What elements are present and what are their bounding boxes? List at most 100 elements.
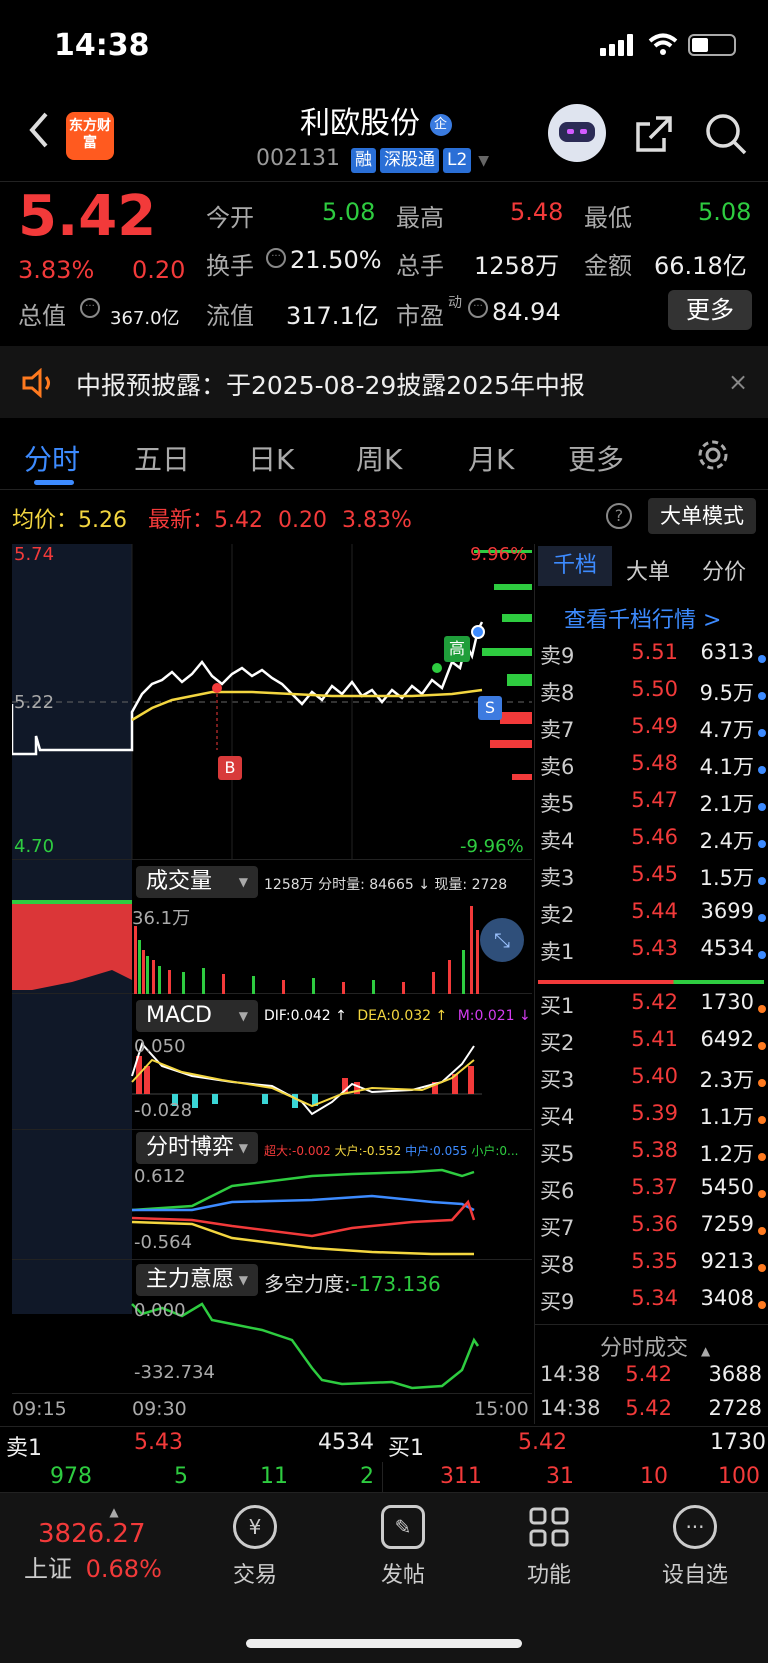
order-tab-depth[interactable]: 千档 [538, 546, 612, 586]
ask-level: 卖5 [540, 792, 575, 816]
low-label: 最低 [584, 204, 632, 232]
tab-five-day[interactable]: 五日 [134, 438, 190, 478]
settings-gear-icon[interactable] [696, 438, 730, 472]
bid-dot-icon [758, 1042, 766, 1050]
intent-chart: 0.000 -332.734 [12, 1300, 532, 1394]
ask-volume: 4.7万 [699, 718, 754, 742]
vertical-divider [534, 544, 535, 1424]
tab-more[interactable]: 更多 [568, 438, 624, 478]
nav-trade[interactable]: ¥ 交易 [200, 1505, 310, 1589]
bid-row[interactable]: 买2 5.41 6492 [538, 1027, 768, 1064]
ask-price: 5.44 [631, 899, 678, 923]
bid-row[interactable]: 买6 5.37 5450 [538, 1175, 768, 1212]
nav-watchlist[interactable]: ··· 设自选 [640, 1505, 750, 1589]
ask-row[interactable]: 卖5 5.47 2.1万 [538, 788, 768, 825]
info-circle-icon[interactable]: ··· [80, 298, 100, 318]
game-small: 小户:0... [471, 1144, 519, 1158]
ask-row[interactable]: 卖3 5.45 1.5万 [538, 862, 768, 899]
sell-marker[interactable]: S [478, 696, 502, 720]
search-icon[interactable] [704, 112, 748, 156]
ask-row[interactable]: 卖2 5.44 3699 [538, 899, 768, 936]
game-indicator-dropdown[interactable]: 分时博弈 ▼ [136, 1132, 258, 1164]
ask-dot-icon [758, 729, 766, 737]
bid-row[interactable]: 买8 5.35 9213 [538, 1249, 768, 1286]
bid-volume: 1.2万 [699, 1142, 754, 1166]
order-tab-price[interactable]: 分价 [702, 554, 746, 586]
ask-price: 5.48 [631, 751, 678, 775]
info-circle-icon[interactable]: ··· [468, 298, 488, 318]
count-right-2: 31 [546, 1464, 574, 1489]
macd-m: M:0.021 ↓ [457, 1008, 531, 1024]
tab-weekly-k[interactable]: 周K [356, 438, 402, 478]
high-label: 最高 [396, 204, 444, 232]
summary-bid-label: 买1 [388, 1436, 424, 1461]
nav-post[interactable]: ✎ 发帖 [348, 1505, 458, 1589]
tick-volume: 3688 [708, 1362, 762, 1386]
ask-level: 卖4 [540, 829, 575, 853]
caret-down-icon: ▼ [238, 1009, 248, 1023]
tab-daily-k[interactable]: 日K [248, 438, 294, 478]
ask-volume: 2.1万 [699, 792, 754, 816]
ask-volume: 9.5万 [699, 681, 754, 705]
bid-row[interactable]: 买1 5.42 1730 [538, 990, 768, 1027]
ask-row[interactable]: 卖1 5.43 4534 [538, 936, 768, 973]
bid-row[interactable]: 买4 5.39 1.1万 [538, 1101, 768, 1138]
price-top-label: 5.74 [14, 544, 55, 565]
summary-ask-price: 5.43 [134, 1430, 183, 1455]
ask-row[interactable]: 卖6 5.48 4.1万 [538, 751, 768, 788]
ask-row[interactable]: 卖8 5.50 9.5万 [538, 677, 768, 714]
intent-values: 多空力度:-173.136 [264, 1268, 441, 1297]
open-value: 5.08 [322, 198, 376, 226]
help-icon[interactable]: ? [606, 503, 632, 529]
ask-row[interactable]: 卖9 5.51 6313 [538, 640, 768, 677]
tab-intraday[interactable]: 分时 [24, 438, 80, 478]
buy-marker[interactable]: B [218, 756, 242, 780]
mktcap-label: 总值 [18, 302, 66, 330]
volume-chart: 36.1万 ⤡ [12, 900, 532, 994]
share-icon[interactable] [632, 112, 676, 156]
bid-row[interactable]: 买5 5.38 1.2万 [538, 1138, 768, 1175]
index-widget[interactable]: ▲ 3826.27 上证 0.68% [24, 1505, 184, 1584]
ask-row[interactable]: 卖4 5.46 2.4万 [538, 825, 768, 862]
home-indicator [246, 1639, 522, 1648]
counts-row: 978 5 11 2 311 31 10 100 [0, 1462, 768, 1492]
open-label: 今开 [206, 204, 254, 232]
robot-avatar-icon[interactable] [548, 104, 606, 162]
bid-level: 买3 [540, 1068, 575, 1092]
intent-indicator-dropdown[interactable]: 主力意愿 ▼ [136, 1264, 258, 1296]
macd-indicator-dropdown[interactable]: MACD ▼ [136, 1000, 258, 1032]
chevron-left-icon[interactable] [24, 110, 54, 150]
order-tab-big[interactable]: 大单 [626, 554, 670, 586]
announcement-bar[interactable]: 中报预披露：于2025-08-29披露2025年中报 × [0, 346, 768, 418]
bid-dot-icon [758, 1079, 766, 1087]
big-order-mode-button[interactable]: 大单模式 [648, 498, 756, 534]
caret-up-icon: ▲ [109, 1505, 119, 1519]
tick-time: 14:38 [540, 1396, 601, 1420]
latest-change: 0.20 [278, 508, 327, 533]
ticks-header[interactable]: 分时成交 ▲ [600, 1330, 710, 1362]
bid-row[interactable]: 买7 5.36 7259 [538, 1212, 768, 1249]
tab-monthly-k[interactable]: 月K [468, 438, 514, 478]
ask-level: 卖7 [540, 718, 575, 742]
nav-functions[interactable]: 功能 [494, 1505, 604, 1589]
expand-icon[interactable]: ⤡ [480, 918, 524, 962]
bid-row[interactable]: 买9 5.34 3408 [538, 1286, 768, 1323]
tag-l2: L2 [442, 148, 472, 173]
bid-volume: 3408 [700, 1286, 754, 1310]
bid-row[interactable]: 买3 5.40 2.3万 [538, 1064, 768, 1101]
close-icon[interactable]: × [728, 368, 748, 396]
more-button[interactable]: 更多 [668, 290, 752, 330]
info-circle-icon[interactable]: ··· [266, 248, 286, 268]
status-bar: 14:38 [0, 0, 768, 90]
latest-pct: 3.83% [341, 508, 412, 533]
app-logo[interactable]: 东方财富 [66, 112, 114, 160]
caret-down-icon[interactable]: ▼ [478, 153, 489, 169]
bid-volume: 9213 [700, 1249, 754, 1273]
game-chart: 0.612 -0.564 [12, 1166, 532, 1260]
bid-level: 买2 [540, 1031, 575, 1055]
volume-indicator-dropdown[interactable]: 成交量 ▼ [136, 866, 258, 898]
high-marker[interactable]: 高 [444, 636, 470, 662]
view-depth-link[interactable]: 查看千档行情 > [564, 602, 721, 634]
active-tab-indicator [34, 480, 74, 485]
ask-row[interactable]: 卖7 5.49 4.7万 [538, 714, 768, 751]
